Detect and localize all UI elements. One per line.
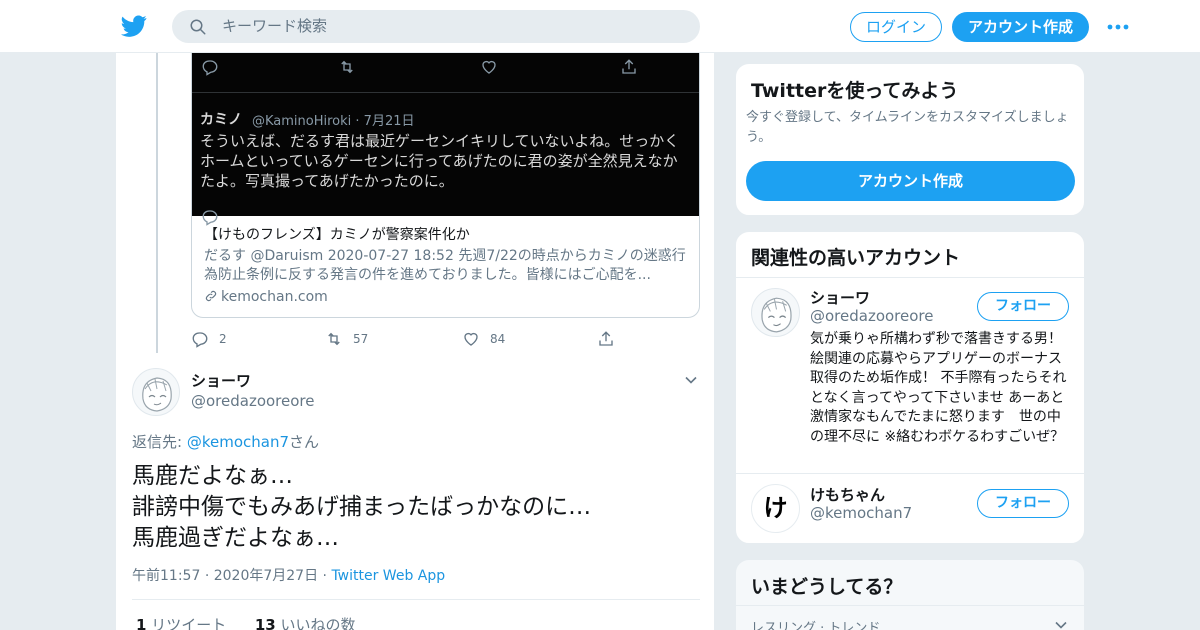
divider (132, 599, 700, 600)
reply-count: 2 (219, 332, 227, 346)
divider (736, 473, 1084, 474)
account-handle[interactable]: @oredazooreore (810, 307, 934, 325)
sketch-avatar-icon (761, 297, 792, 333)
image-retweet-icon (341, 60, 353, 74)
card-text-area: 【けものフレンズ】カミノが警察案件化か だるす @Daruism 2020-07… (204, 226, 691, 306)
reply-suffix: さん (289, 433, 320, 451)
retweet-count: 57 (353, 332, 369, 346)
card-domain: kemochan.com (204, 288, 691, 306)
avatar[interactable] (132, 368, 180, 416)
related-accounts-module: 関連性の高いアカウント ショーワ @oredazooreore フォロー 気が乗… (735, 231, 1085, 544)
create-account-button[interactable]: アカウント作成 (746, 161, 1075, 201)
tweet-stats: 1 リツイート 13 いいねの数 (136, 614, 356, 630)
like-icon (464, 332, 478, 346)
sketch-avatar-icon (142, 377, 172, 412)
image-bottom-reply-icon (202, 210, 218, 226)
image-tweet-author: カミノ (200, 112, 242, 128)
like-count: 84 (490, 332, 506, 346)
twitter-bird-logo-icon[interactable] (120, 13, 148, 39)
avatar[interactable]: け (751, 484, 800, 533)
tweet-date[interactable]: 2020年7月27日 (214, 568, 318, 584)
follow-button[interactable]: フォロー (977, 489, 1069, 518)
image-reply-icon (202, 60, 218, 76)
account-handle[interactable]: @kemochan7 (810, 504, 912, 522)
image-share-icon (622, 59, 636, 74)
card-description: だるす @Daruism 2020-07-27 18:52 先週7/22の時点か… (204, 248, 686, 283)
link-preview-card[interactable]: カミノ @KaminoHiroki · 7月21日 そういえば、だるす君は最近ゲ… (191, 53, 700, 318)
follow-button[interactable]: フォロー (977, 292, 1069, 321)
tweet-metadata: 午前11:57 · 2020年7月27日 · Twitter Web App (132, 565, 445, 585)
search-bar[interactable]: キーワード検索 (172, 10, 700, 43)
tweet-text: 馬鹿だよなぁ… 誹謗中傷でもみあげ捕まったばっかなのに… 馬鹿過ぎだよなぁ… (132, 463, 592, 551)
reply-icon (192, 332, 208, 348)
meta-separator: · (204, 568, 210, 584)
signup-button[interactable]: アカウント作成 (952, 12, 1089, 42)
image-like-icon (482, 60, 496, 74)
main-timeline-column: カミノ @KaminoHiroki · 7月21日 そういえば、だるす君は最近ゲ… (115, 53, 715, 630)
reply-mention-link[interactable]: @kemochan7 (187, 433, 289, 451)
module-title: いまどうしてる？ (751, 576, 903, 598)
login-button[interactable]: ログイン (850, 12, 942, 42)
retweet-stat-label: リツイート (151, 616, 227, 630)
card-domain-text: kemochan.com (221, 289, 328, 305)
image-tweet-text: そういえば、だるす君は最近ゲーセンイキリしていないよね。せっかく ホームといって… (200, 132, 680, 190)
account-name[interactable]: けもちゃん (810, 484, 885, 505)
retweet-icon (328, 332, 340, 346)
like-stat-label: いいねの数 (280, 616, 356, 630)
signup-prompt-module: Twitterを使ってみよう 今すぐ登録して、タイムラインをカスタマイズしましょ… (735, 63, 1085, 216)
more-options-icon[interactable] (1107, 23, 1129, 31)
like-stat[interactable]: 13 いいねの数 (255, 616, 356, 630)
divider (736, 277, 1084, 278)
avatar[interactable] (751, 288, 800, 337)
module-title: 関連性の高いアカウント (751, 247, 961, 269)
card-title: 【けものフレンズ】カミノが警察案件化か (204, 227, 470, 243)
search-input[interactable]: キーワード検索 (222, 10, 327, 43)
divider (736, 605, 1084, 606)
tweet-author-name[interactable]: ショーワ (191, 370, 251, 391)
retweet-stat-count: 1 (136, 616, 147, 630)
tweet-source-app[interactable]: Twitter Web App (331, 568, 445, 584)
card-preview-image: カミノ @KaminoHiroki · 7月21日 そういえば、だるす君は最近ゲ… (192, 53, 699, 226)
account-bio: 気が乗りゃ所構わず秒で落書きする男！ 絵関連の応募やらアプリゲーのボーナス取得の… (810, 331, 1067, 445)
like-stat-count: 13 (254, 616, 276, 630)
tweet-author-handle[interactable]: @oredazooreore (191, 392, 315, 410)
module-title: Twitterを使ってみよう (751, 80, 959, 102)
reply-prefix: 返信先: (132, 433, 187, 451)
account-name[interactable]: ショーワ (810, 287, 870, 308)
trend-context[interactable]: レスリング · トレンド (751, 617, 880, 630)
quoted-tweet-actions: 2 57 84 (191, 328, 661, 350)
chevron-down-icon[interactable] (684, 373, 698, 387)
module-subtitle: 今すぐ登録して、タイムラインをカスタマイズしましょう。 (746, 110, 1069, 145)
reply-context: 返信先: @kemochan7さん (132, 431, 319, 452)
meta-separator: · (322, 568, 327, 584)
thread-connector-line (156, 53, 158, 353)
retweet-stat[interactable]: 1 リツイート (136, 616, 226, 630)
share-icon (599, 331, 613, 346)
chevron-down-icon[interactable] (1054, 618, 1068, 630)
image-tweet-handle: @KaminoHiroki · 7月21日 (252, 114, 415, 129)
search-icon (190, 19, 206, 35)
tweet-time[interactable]: 午前11:57 (132, 568, 200, 584)
trends-module: いまどうしてる？ レスリング · トレンド (735, 559, 1085, 630)
top-navigation-bar: キーワード検索 ログイン アカウント作成 (0, 0, 1200, 53)
link-icon (205, 290, 217, 302)
